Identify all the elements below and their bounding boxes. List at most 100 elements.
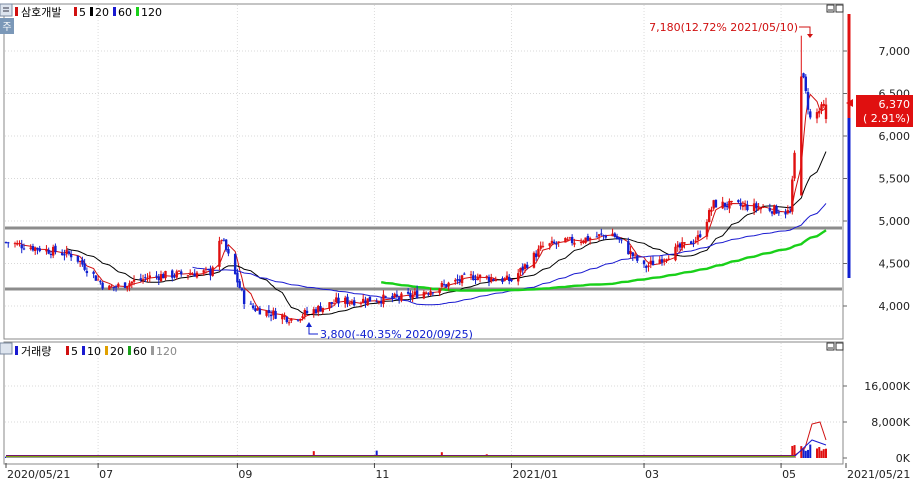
candle-body [728,200,731,209]
candle-body [319,306,322,312]
candle-body [337,297,340,304]
candle-body [31,246,35,251]
minimize-panel-button[interactable] [826,4,835,13]
candle-body [29,247,32,250]
candle-body [157,276,160,280]
candle-body [815,112,819,119]
candle-body [415,290,419,299]
legend-swatch [136,7,139,16]
candle-body [108,285,111,290]
legend-label: 60 [133,345,147,358]
legend-swatch [82,346,85,355]
legend-swatch [15,7,18,16]
candle-body [400,293,403,301]
candle-body [101,282,104,289]
candle-body [651,260,655,266]
candle-body [267,310,271,314]
candle-body [362,298,365,304]
candle-body [222,239,226,241]
volume-title: 거래량 [21,345,51,358]
candle-body [272,310,275,316]
candle-body [81,259,84,265]
candle-body [627,241,630,255]
candle-body [487,276,491,282]
volume-bar [804,450,807,458]
candle-body [761,207,765,209]
maximize-panel-button[interactable] [835,4,844,13]
candle-body [240,288,244,291]
candle-body [249,303,253,305]
volume-bar [802,448,805,458]
candle-body [366,298,369,306]
candle-body [579,241,583,243]
candle-body [660,259,664,263]
candle-body [85,271,89,274]
minimize-volume-button[interactable] [826,342,835,351]
candle-body [144,277,147,279]
price-tick-label: 6,000 [879,130,911,143]
legend-swatch [15,346,18,355]
candle-body [564,237,567,243]
candle-body [636,255,639,261]
candle-body [725,205,729,208]
candle-body [478,274,482,279]
candle-body [45,248,48,252]
volume-tick-label: 0K [896,452,911,465]
candle-body [510,279,513,282]
candle-body [707,210,711,222]
candle-body [332,303,336,305]
candle-body [768,208,772,211]
timeframe-badge-label: 주 [2,22,11,33]
candle-body [65,249,68,255]
price-tick-label: 7,000 [879,45,911,58]
candle-body [445,284,448,288]
candle-body [755,203,758,209]
candle-body [588,238,592,240]
price-tick-label: 4,000 [879,300,911,313]
candle-body [301,316,304,318]
candle-body [281,314,284,320]
candle-body [328,302,331,309]
candle-body [285,316,289,323]
candle-body [739,202,742,207]
candle-body [694,240,697,243]
volume-panel-menu-icon[interactable] [0,342,13,355]
candle-body [344,297,347,304]
panel-menu-icon[interactable] [0,3,13,17]
candle-body [130,281,134,284]
candle-body [723,202,727,207]
candle-body [548,243,551,246]
candle-body [60,253,64,256]
candle-body [824,104,828,119]
candle-body [314,309,318,314]
candle-body [743,204,747,207]
legend-swatch [66,346,69,355]
candle-body [411,294,414,299]
candle-body [791,179,794,212]
candle-body [649,260,652,265]
candle-body [236,272,239,283]
candle-body [615,236,619,239]
volume-bar [822,449,825,458]
candle-body [777,212,781,214]
candle-body [18,243,21,245]
candle-body [690,241,693,245]
candle-body [173,276,176,278]
low-annotation: 3,800(-40.35% 2020/09/25) [320,328,473,341]
candle-body [204,268,208,270]
x-tick-label: 11 [375,468,389,481]
maximize-volume-button[interactable] [835,342,844,351]
legend-swatch [128,346,131,355]
candle-body [809,111,812,118]
x-tick-label: 09 [238,468,252,481]
candle-body [757,207,760,210]
candle-body [770,211,774,214]
candle-body [220,240,223,242]
volume-bar [800,446,803,458]
candle-body [424,292,428,294]
candle-body [642,260,646,265]
candle-body [737,200,740,203]
candle-body [786,210,790,214]
candle-body [49,254,53,256]
candle-body [463,273,466,275]
